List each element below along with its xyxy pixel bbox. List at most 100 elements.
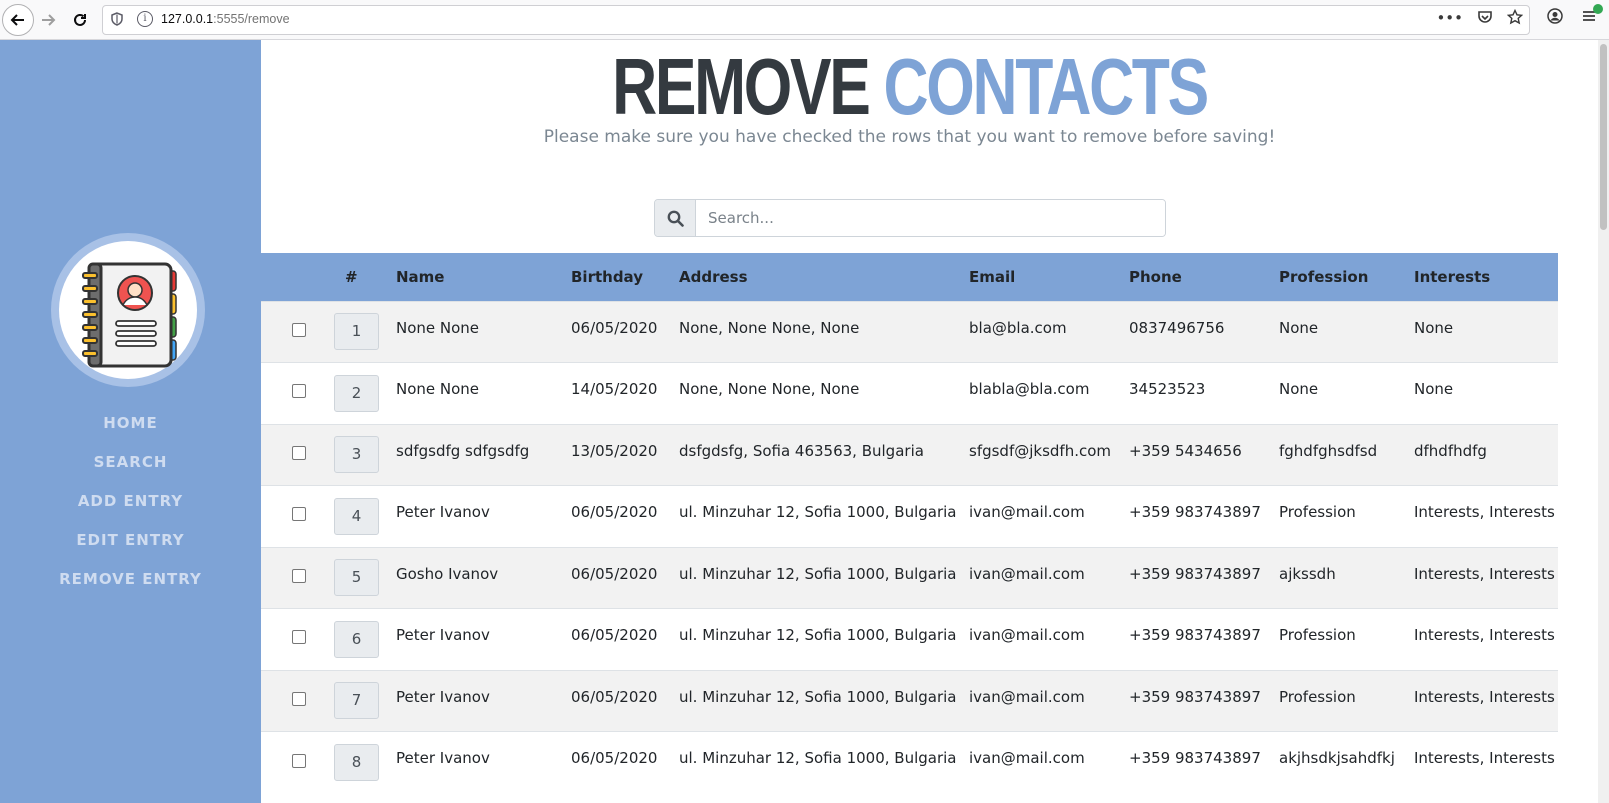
cell-profession: Profession bbox=[1279, 503, 1356, 521]
bookmark-star-icon[interactable] bbox=[1506, 8, 1524, 29]
table-row: 5 Gosho Ivanov 06/05/2020 ul. Minzuhar 1… bbox=[261, 547, 1558, 609]
row-checkbox[interactable] bbox=[292, 753, 306, 768]
cell-address: None, None None, None bbox=[679, 380, 860, 398]
row-checkbox[interactable] bbox=[292, 507, 306, 522]
page-title: REMOVE CONTACTS bbox=[404, 42, 1416, 132]
cell-birthday: 06/05/2020 bbox=[571, 687, 658, 706]
pocket-icon[interactable] bbox=[1477, 9, 1493, 29]
address-bar[interactable]: i 127.0.0.1:5555/remove ••• bbox=[102, 5, 1530, 35]
contacts-table: # Name Birthday Address Email Phone Prof… bbox=[261, 253, 1558, 793]
main-content: REMOVE CONTACTS Please make sure you hav… bbox=[261, 40, 1558, 803]
cell-phone: +359 5434656 bbox=[1129, 441, 1242, 460]
sidebar-nav: HOME SEARCH ADD ENTRY EDIT ENTRY REMOVE … bbox=[0, 412, 261, 607]
cell-profession: ajkssdh bbox=[1279, 564, 1336, 583]
page-scrollbar[interactable] bbox=[1598, 40, 1609, 803]
cell-email: blabla@bla.com bbox=[969, 380, 1090, 398]
url-text[interactable]: 127.0.0.1:5555/remove bbox=[161, 12, 290, 26]
row-id: 8 bbox=[334, 744, 379, 781]
cell-profession: Profession bbox=[1279, 626, 1356, 644]
search-input[interactable] bbox=[696, 200, 1165, 236]
cell-interests: Interests, Interests bbox=[1414, 749, 1555, 767]
logo-disc bbox=[59, 241, 197, 379]
account-icon[interactable] bbox=[1547, 8, 1563, 28]
more-actions-icon[interactable]: ••• bbox=[1436, 9, 1463, 29]
cell-interests: None bbox=[1414, 318, 1454, 337]
row-id: 4 bbox=[334, 497, 379, 535]
row-checkbox[interactable] bbox=[292, 630, 306, 645]
row-checkbox[interactable] bbox=[292, 384, 306, 399]
sidebar-item-edit-entry[interactable]: EDIT ENTRY bbox=[0, 529, 261, 568]
cell-name: Gosho Ivanov bbox=[396, 564, 499, 583]
reload-button[interactable] bbox=[66, 6, 94, 34]
back-button[interactable] bbox=[2, 4, 34, 36]
header-select bbox=[261, 253, 328, 301]
cell-phone: 34523523 bbox=[1129, 380, 1206, 398]
cell-profession: akjhsdkjsahdfkj bbox=[1279, 749, 1395, 767]
cell-email: sfgsdf@jksdfh.com bbox=[969, 441, 1112, 460]
cell-profession: None bbox=[1279, 318, 1319, 337]
row-checkbox[interactable] bbox=[292, 445, 306, 460]
search-group bbox=[654, 199, 1166, 237]
arrow-left-icon bbox=[10, 14, 24, 26]
page-title-remove: REMOVE bbox=[612, 42, 871, 131]
sidebar-item-remove-entry[interactable]: REMOVE ENTRY bbox=[0, 568, 261, 607]
cell-phone: +359 983743897 bbox=[1129, 503, 1261, 521]
row-id: 5 bbox=[334, 559, 379, 597]
header-interests: Interests bbox=[1414, 267, 1491, 286]
header-email: Email bbox=[969, 267, 1016, 286]
row-checkbox[interactable] bbox=[292, 322, 306, 337]
cell-email: bla@bla.com bbox=[969, 318, 1067, 337]
cell-interests: Interests, Interests bbox=[1414, 626, 1555, 644]
page-title-contacts: CONTACTS bbox=[883, 42, 1210, 131]
table-header-row: # Name Birthday Address Email Phone Prof… bbox=[261, 253, 1558, 301]
cell-interests: Interests, Interests bbox=[1414, 687, 1555, 706]
row-id: 2 bbox=[334, 374, 379, 412]
cell-email: ivan@mail.com bbox=[969, 626, 1085, 644]
cell-address: dsfgdsfg, Sofia 463563, Bulgaria bbox=[679, 441, 924, 460]
url-actions: ••• bbox=[1436, 8, 1524, 29]
header-profession: Profession bbox=[1279, 267, 1369, 286]
table-row: 7 Peter Ivanov 06/05/2020 ul. Minzuhar 1… bbox=[261, 670, 1558, 732]
cell-phone: +359 983743897 bbox=[1129, 626, 1261, 644]
cell-address: ul. Minzuhar 12, Sofia 1000, Bulgaria bbox=[679, 503, 957, 521]
cell-name: sdfgsdfg sdfgsdfg bbox=[396, 441, 530, 460]
cell-phone: +359 983743897 bbox=[1129, 687, 1261, 706]
forward-button[interactable] bbox=[34, 6, 62, 34]
cell-email: ivan@mail.com bbox=[969, 503, 1085, 521]
cell-address: ul. Minzuhar 12, Sofia 1000, Bulgaria bbox=[679, 626, 957, 644]
row-id: 6 bbox=[334, 620, 379, 658]
cell-birthday: 06/05/2020 bbox=[571, 503, 658, 521]
sidebar-item-home[interactable]: HOME bbox=[0, 412, 261, 451]
cell-address: None, None None, None bbox=[679, 318, 860, 337]
cell-name: Peter Ivanov bbox=[396, 749, 490, 767]
sidebar-item-add-entry[interactable]: ADD ENTRY bbox=[0, 490, 261, 529]
table-row: 8 Peter Ivanov 06/05/2020 ul. Minzuhar 1… bbox=[261, 731, 1558, 793]
cell-phone: 0837496756 bbox=[1129, 318, 1225, 337]
shield-icon[interactable] bbox=[111, 12, 123, 30]
info-icon[interactable]: i bbox=[137, 11, 153, 27]
row-id: 1 bbox=[334, 313, 379, 351]
arrow-right-icon bbox=[42, 14, 56, 26]
sidebar-item-search[interactable]: SEARCH bbox=[0, 451, 261, 490]
row-checkbox[interactable] bbox=[292, 691, 306, 706]
row-checkbox[interactable] bbox=[292, 568, 306, 583]
header-address: Address bbox=[679, 267, 748, 286]
cell-address: ul. Minzuhar 12, Sofia 1000, Bulgaria bbox=[679, 564, 957, 583]
cell-address: ul. Minzuhar 12, Sofia 1000, Bulgaria bbox=[679, 749, 957, 767]
cell-birthday: 06/05/2020 bbox=[571, 749, 658, 767]
header-name: Name bbox=[396, 267, 445, 286]
cell-email: ivan@mail.com bbox=[969, 564, 1085, 583]
search-icon bbox=[667, 210, 684, 227]
scrollbar-thumb[interactable] bbox=[1600, 44, 1607, 230]
table-row: 4 Peter Ivanov 06/05/2020 ul. Minzuhar 1… bbox=[261, 485, 1558, 547]
cell-interests: Interests, Interests bbox=[1414, 503, 1555, 521]
search-addon bbox=[655, 200, 696, 236]
cell-profession: fghdfghsdfsd bbox=[1279, 441, 1378, 460]
table-row: 2 None None 14/05/2020 None, None None, … bbox=[261, 362, 1558, 424]
cell-phone: +359 983743897 bbox=[1129, 749, 1261, 767]
row-id: 3 bbox=[334, 436, 379, 474]
sidebar: HOME SEARCH ADD ENTRY EDIT ENTRY REMOVE … bbox=[0, 40, 261, 803]
url-host: 127.0.0.1 bbox=[161, 12, 214, 26]
header-phone: Phone bbox=[1129, 267, 1182, 286]
cell-birthday: 06/05/2020 bbox=[571, 626, 658, 644]
